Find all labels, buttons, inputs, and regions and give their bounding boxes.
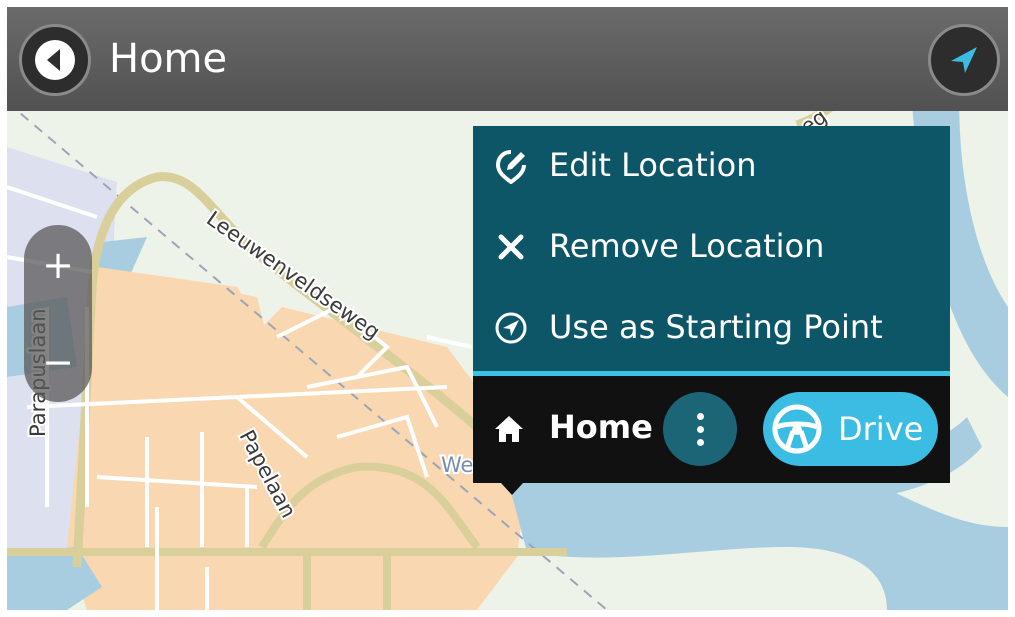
popup-pointer: [501, 483, 523, 495]
edit-location-icon: [495, 150, 526, 184]
header-bar: Home: [7, 7, 1008, 111]
drive-label: Drive: [838, 410, 924, 448]
more-options-button[interactable]: [663, 392, 737, 466]
zoom-out-button[interactable]: −: [24, 322, 92, 402]
menu-item-label: Remove Location: [549, 227, 825, 265]
current-location-arrow-icon: [951, 47, 977, 73]
home-icon: [495, 416, 523, 442]
popup-menu: Edit Location Remove Location Use as Sta…: [473, 126, 950, 371]
page-title: Home: [109, 36, 228, 82]
popup-footer: Home Drive: [473, 376, 950, 483]
starting-point-icon: [495, 312, 527, 344]
steering-wheel-icon: [772, 404, 822, 454]
current-location-button[interactable]: [928, 24, 1000, 96]
back-button[interactable]: [19, 24, 91, 96]
close-icon: [498, 234, 524, 260]
menu-item-use-as-starting-point[interactable]: Use as Starting Point: [473, 288, 950, 368]
navigation-screen: Leeuwenveldseweg Papelaan Parapuslaan We…: [7, 7, 1008, 610]
menu-item-edit-location[interactable]: Edit Location: [473, 126, 950, 206]
drive-button[interactable]: Drive: [763, 392, 938, 466]
menu-item-label: Edit Location: [549, 146, 757, 184]
street-label-partial-we: We: [441, 453, 473, 477]
menu-item-remove-location[interactable]: Remove Location: [473, 207, 950, 287]
location-popup: Edit Location Remove Location Use as Sta…: [473, 126, 950, 495]
zoom-in-button[interactable]: +: [24, 225, 92, 305]
menu-item-label: Use as Starting Point: [549, 308, 883, 346]
zoom-control: + −: [24, 225, 92, 402]
location-name: Home: [549, 408, 653, 446]
back-arrow-icon: [35, 40, 75, 80]
